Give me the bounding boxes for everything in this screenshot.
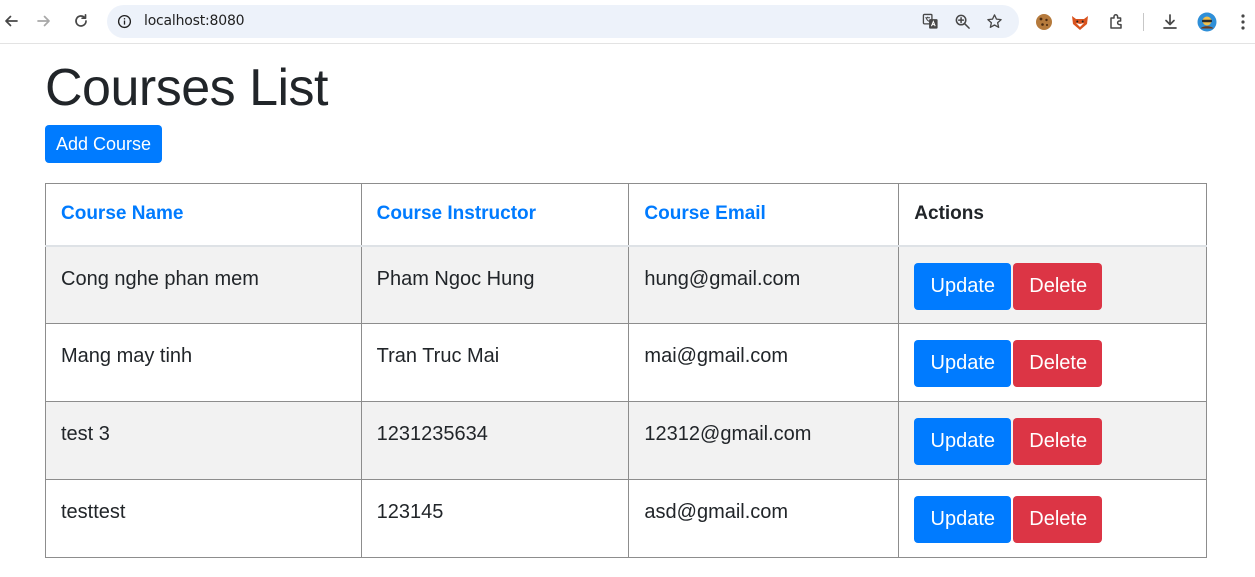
course-name-cell: Mang may tinh (45, 323, 362, 402)
toolbar-separator (1143, 13, 1144, 31)
table-header-row: Course Name Course Instructor Course Ema… (45, 183, 1207, 247)
update-button[interactable]: Update (914, 418, 1012, 465)
table-row: test 3 1231235634 12312@gmail.com Update… (45, 401, 1207, 480)
update-button[interactable]: Update (914, 496, 1012, 543)
more-menu-icon[interactable] (1233, 12, 1253, 32)
course-email-cell: mai@gmail.com (628, 323, 900, 402)
course-instructor-cell: 123145 (360, 479, 630, 558)
translate-icon[interactable] (922, 13, 939, 30)
fox-extension-icon[interactable] (1070, 12, 1090, 32)
actions-cell: Update Delete (898, 323, 1207, 402)
course-name-cell: Cong nghe phan mem (45, 245, 362, 324)
course-email-cell: 12312@gmail.com (628, 401, 900, 480)
actions-cell: Update Delete (898, 401, 1207, 480)
course-email-cell: asd@gmail.com (628, 479, 900, 558)
delete-button[interactable]: Delete (1013, 340, 1103, 387)
extensions-puzzle-icon[interactable] (1107, 12, 1127, 32)
reload-icon[interactable] (68, 8, 94, 34)
address-bar[interactable]: localhost:8080 (107, 5, 1019, 38)
update-button[interactable]: Update (914, 262, 1012, 310)
cookie-extension-icon[interactable] (1034, 12, 1054, 32)
update-button[interactable]: Update (914, 340, 1012, 387)
column-header-course-instructor[interactable]: Course Instructor (360, 183, 630, 247)
course-email-cell: hung@gmail.com (628, 245, 900, 324)
course-instructor-cell: 1231235634 (360, 401, 630, 480)
site-info-icon[interactable] (117, 14, 132, 29)
actions-cell: Update Delete (898, 479, 1207, 558)
delete-button[interactable]: Delete (1013, 496, 1103, 543)
page-title: Courses List (45, 59, 329, 117)
delete-button[interactable]: Delete (1013, 262, 1103, 310)
courses-table: Course Name Course Instructor Course Ema… (45, 183, 1207, 558)
course-name-cell: test 3 (45, 401, 362, 480)
zoom-icon[interactable] (954, 13, 971, 30)
course-instructor-cell: Tran Truc Mai (360, 323, 630, 402)
actions-cell: Update Delete (898, 245, 1207, 324)
column-header-course-email[interactable]: Course Email (628, 183, 900, 247)
add-course-button[interactable]: Add Course (45, 125, 163, 163)
table-row: Cong nghe phan mem Pham Ngoc Hung hung@g… (45, 245, 1207, 324)
course-instructor-cell: Pham Ngoc Hung (360, 245, 630, 324)
course-name-cell: testtest (45, 479, 362, 558)
browser-toolbar: localhost:8080 (0, 0, 1255, 44)
bookmark-star-icon[interactable] (986, 13, 1003, 30)
delete-button[interactable]: Delete (1013, 418, 1103, 465)
forward-arrow-icon[interactable] (31, 8, 57, 34)
back-arrow-icon[interactable] (0, 8, 24, 34)
column-header-actions: Actions (898, 183, 1207, 247)
table-row: testtest 123145 asd@gmail.com Update Dele… (45, 479, 1207, 558)
url-text[interactable]: localhost:8080 (144, 13, 245, 29)
table-row: Mang may tinh Tran Truc Mai mai@gmail.co… (45, 323, 1207, 402)
column-header-course-name[interactable]: Course Name (45, 183, 362, 247)
download-icon[interactable] (1160, 12, 1180, 32)
profile-avatar-icon[interactable] (1197, 12, 1217, 32)
